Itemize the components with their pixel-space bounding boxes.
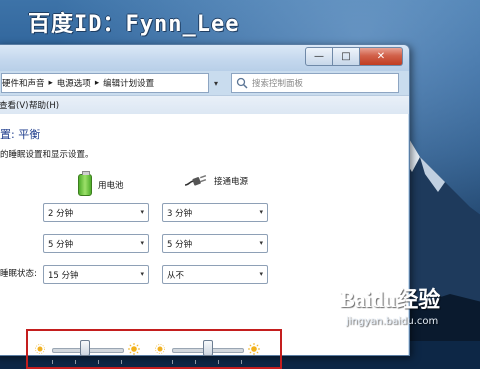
bright-sun-icon bbox=[128, 343, 140, 355]
baidu-id-watermark: 百度ID：Fynn_Lee bbox=[28, 12, 240, 37]
search-icon bbox=[236, 77, 248, 89]
select-value: 15 分钟 bbox=[48, 271, 79, 281]
select-value: 3 分钟 bbox=[167, 209, 193, 219]
dropdown-arrow-icon: ▾ bbox=[259, 208, 263, 216]
title-bar[interactable]: — □ ✕ bbox=[0, 45, 409, 71]
turn-off-display-battery-select[interactable]: 5 分钟 ▾ bbox=[43, 234, 149, 253]
page-description: 的睡眠设置和显示设置。 bbox=[0, 150, 94, 160]
page-title: 置: 平衡 bbox=[0, 128, 41, 141]
breadcrumb-hardware-sound[interactable]: 硬件和声音 bbox=[2, 77, 45, 89]
select-value: 5 分钟 bbox=[167, 240, 193, 250]
select-value: 5 分钟 bbox=[48, 240, 74, 250]
menu-help[interactable]: 帮助(H) bbox=[29, 99, 59, 111]
caption-buttons: — □ ✕ bbox=[305, 47, 403, 66]
dim-display-plugged-select[interactable]: 3 分钟 ▾ bbox=[162, 203, 268, 222]
dropdown-arrow-icon: ▾ bbox=[140, 208, 144, 216]
breadcrumb-separator-icon[interactable]: ▸ bbox=[95, 78, 99, 88]
sleep-plugged-select[interactable]: 从不 ▾ bbox=[162, 265, 268, 284]
menu-bar: 查看(V) 帮助(H) bbox=[0, 95, 409, 114]
address-bar[interactable]: 硬件和声音 ▸ 电源选项 ▸ 编辑计划设置 bbox=[1, 73, 209, 93]
dropdown-arrow-icon: ▾ bbox=[259, 239, 263, 247]
plugged-column-label: 接通电源 bbox=[214, 177, 249, 187]
battery-column-header: 用电池 bbox=[78, 171, 124, 196]
sleep-label: 睡眠状态: bbox=[0, 269, 37, 279]
menu-view[interactable]: 查看(V) bbox=[0, 99, 28, 111]
dim-sun-icon bbox=[35, 344, 45, 354]
dropdown-arrow-icon: ▾ bbox=[140, 239, 144, 247]
tick bbox=[75, 360, 76, 364]
brightness-slider-battery[interactable] bbox=[34, 339, 140, 364]
slider-ticks bbox=[52, 360, 122, 364]
slider-ticks bbox=[172, 360, 242, 364]
bright-sun-icon bbox=[248, 343, 260, 355]
tick bbox=[195, 360, 196, 364]
baidu-url-watermark: jingyan.baidu.com bbox=[346, 316, 439, 327]
search-box[interactable]: 搜索控制面板 bbox=[231, 73, 399, 93]
minimize-button[interactable]: — bbox=[305, 47, 333, 66]
slider-thumb[interactable] bbox=[203, 340, 213, 356]
battery-column-label: 用电池 bbox=[98, 181, 124, 191]
brightness-slider-plugged[interactable] bbox=[154, 339, 264, 364]
tick bbox=[218, 360, 219, 364]
tick bbox=[241, 360, 242, 364]
dropdown-arrow-icon: ▾ bbox=[259, 270, 263, 278]
breadcrumb-power-options[interactable]: 电源选项 bbox=[57, 77, 91, 89]
close-button[interactable]: ✕ bbox=[360, 47, 403, 66]
dropdown-arrow-icon: ▾ bbox=[140, 270, 144, 278]
select-value: 2 分钟 bbox=[48, 209, 74, 219]
dim-sun-icon bbox=[155, 344, 165, 354]
brightness-highlight-box bbox=[26, 329, 282, 369]
address-row: 硬件和声音 ▸ 电源选项 ▸ 编辑计划设置 ▾ ↻ 搜索控制面板 bbox=[0, 71, 409, 95]
turn-off-display-plugged-select[interactable]: 5 分钟 ▾ bbox=[162, 234, 268, 253]
dim-display-battery-select[interactable]: 2 分钟 ▾ bbox=[43, 203, 149, 222]
battery-icon bbox=[78, 171, 92, 196]
baidu-logo-watermark: Baidu经验 bbox=[340, 287, 441, 312]
tick bbox=[52, 360, 53, 364]
breadcrumb-separator-icon[interactable]: ▸ bbox=[49, 78, 53, 88]
select-value: 从不 bbox=[167, 271, 185, 281]
breadcrumb-edit-plan-settings[interactable]: 编辑计划设置 bbox=[103, 77, 154, 89]
power-plug-icon bbox=[184, 174, 207, 186]
maximize-button[interactable]: □ bbox=[333, 47, 360, 66]
search-placeholder: 搜索控制面板 bbox=[252, 79, 304, 89]
sleep-battery-select[interactable]: 15 分钟 ▾ bbox=[43, 265, 149, 284]
tick bbox=[172, 360, 173, 364]
address-dropdown-icon[interactable]: ▾ bbox=[209, 74, 223, 92]
plugged-column-header: 接通电源 bbox=[184, 174, 248, 188]
slider-thumb[interactable] bbox=[79, 340, 90, 356]
tick bbox=[98, 360, 99, 364]
tick bbox=[121, 360, 122, 364]
